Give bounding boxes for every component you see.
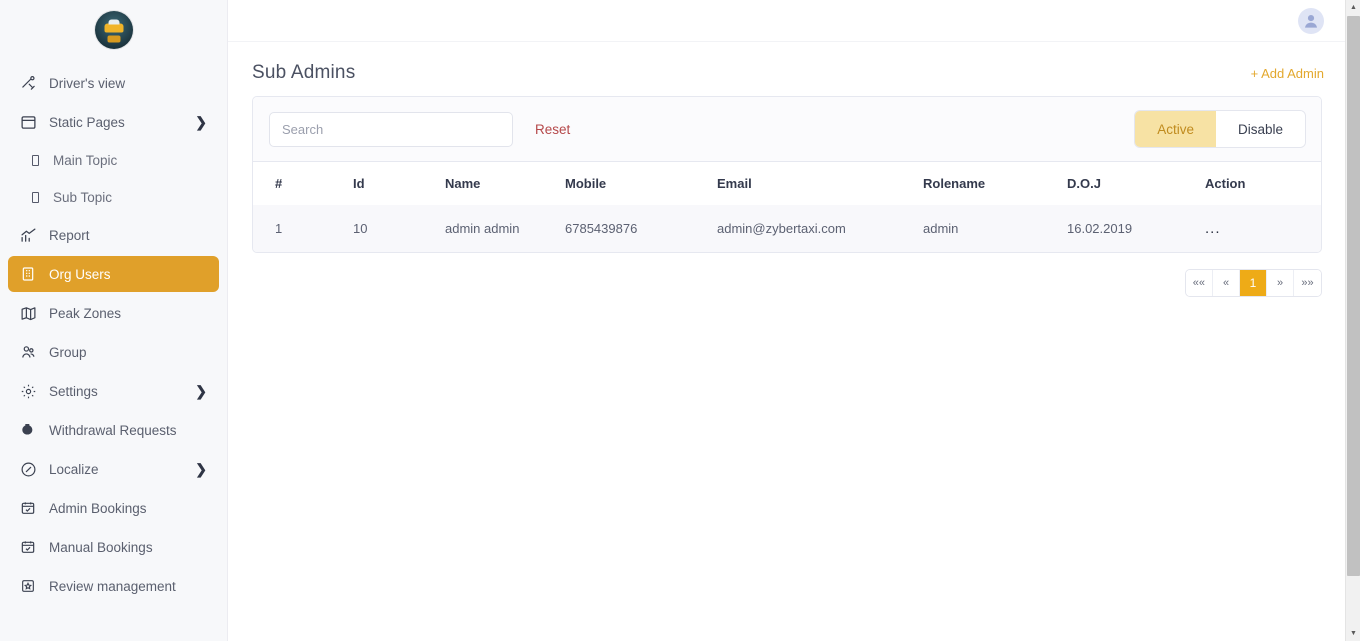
user-avatar-icon	[1305, 14, 1317, 28]
sidebar-item-withdrawal-requests[interactable]: Withdrawal Requests	[8, 412, 219, 448]
table-row[interactable]: 1 10 admin admin 6785439876 admin@zybert…	[253, 205, 1321, 252]
sidebar: Driver's view Static Pages ❯ Main Topic …	[0, 0, 228, 641]
sidebar-item-static-pages[interactable]: Static Pages ❯	[8, 104, 219, 140]
review-icon	[18, 577, 38, 595]
column-header-rolename: Rolename	[915, 162, 1059, 205]
column-header-mobile: Mobile	[557, 162, 709, 205]
column-header-email: Email	[709, 162, 915, 205]
sidebar-item-label: Driver's view	[49, 75, 126, 91]
taxi-logo-icon	[94, 11, 133, 49]
column-header-action: Action	[1197, 162, 1321, 205]
sidebar-item-label: Report	[49, 227, 90, 243]
group-icon	[18, 343, 38, 361]
pagination-page-1-button[interactable]: 1	[1240, 270, 1267, 296]
chevron-right-icon[interactable]: ❯	[195, 462, 207, 476]
table-header-row: # Id Name Mobile Email Rolename D.O.J Ac…	[253, 162, 1321, 205]
chart-icon	[18, 226, 38, 244]
pagination-last-button[interactable]: »»	[1294, 270, 1321, 296]
building-icon	[18, 265, 38, 283]
pagination-prev-button[interactable]: «	[1213, 270, 1240, 296]
sub-admins-card: Reset Active Disable # Id Name Mobile Em…	[252, 96, 1322, 253]
main-content: Sub Admins + Add Admin Reset Active Disa…	[228, 0, 1360, 641]
sub-admins-table: # Id Name Mobile Email Rolename D.O.J Ac…	[253, 162, 1321, 252]
column-header-id: Id	[345, 162, 437, 205]
cell-rolename: admin	[915, 205, 1059, 252]
sidebar-item-sub-topic[interactable]: Sub Topic	[22, 180, 219, 214]
sidebar-item-label: Sub Topic	[53, 189, 113, 205]
sidebar-item-drivers-view[interactable]: Driver's view	[8, 65, 219, 101]
scroll-down-arrow-icon[interactable]: ▼	[1346, 626, 1360, 641]
scrollbar-thumb[interactable]	[1347, 16, 1360, 576]
compass-icon	[18, 460, 38, 478]
column-header-doj: D.O.J	[1059, 162, 1197, 205]
sidebar-item-label: Org Users	[49, 266, 111, 282]
reset-button[interactable]: Reset	[535, 122, 570, 137]
sidebar-item-report[interactable]: Report	[8, 217, 219, 253]
sidebar-item-group[interactable]: Group	[8, 334, 219, 370]
column-header-name: Name	[437, 162, 557, 205]
page-scrollbar[interactable]: ▲ ▼	[1345, 0, 1360, 641]
topic-icon	[32, 191, 39, 203]
table-body: 1 10 admin admin 6785439876 admin@zybert…	[253, 205, 1321, 252]
filter-disable-button[interactable]: Disable	[1215, 111, 1305, 147]
page-title: Sub Admins	[252, 62, 356, 83]
search-input[interactable]	[269, 111, 513, 147]
pagination: «« « 1 » »»	[1184, 269, 1322, 297]
map-icon	[18, 304, 38, 322]
cell-action: ...	[1197, 205, 1321, 252]
sidebar-item-settings[interactable]: Settings ❯	[8, 373, 219, 409]
avatar[interactable]	[1298, 7, 1324, 34]
table-head: # Id Name Mobile Email Rolename D.O.J Ac…	[253, 162, 1321, 205]
sidebar-item-label: Localize	[49, 461, 99, 477]
sidebar-item-manual-bookings[interactable]: Manual Bookings	[8, 529, 219, 565]
table-toolbar: Reset Active Disable	[253, 97, 1321, 162]
gear-icon	[18, 382, 38, 400]
filter-active-button[interactable]: Active	[1135, 111, 1216, 147]
sidebar-item-label: Group	[49, 344, 87, 360]
pagination-first-button[interactable]: ««	[1185, 270, 1213, 296]
sidebar-item-label: Main Topic	[53, 152, 118, 168]
sidebar-logo[interactable]	[0, 0, 227, 60]
driver-icon	[18, 74, 38, 92]
cell-email: admin@zybertaxi.com	[709, 205, 915, 252]
sidebar-nav: Driver's view Static Pages ❯ Main Topic …	[0, 60, 227, 604]
chevron-right-icon[interactable]: ❯	[195, 384, 207, 398]
cell-doj: 16.02.2019	[1059, 205, 1197, 252]
pagination-next-button[interactable]: »	[1267, 270, 1294, 296]
cell-mobile: 6785439876	[557, 205, 709, 252]
sidebar-item-label: Settings	[49, 383, 98, 399]
topbar	[228, 0, 1360, 42]
sidebar-item-label: Static Pages	[49, 114, 125, 130]
calendar-icon	[18, 499, 38, 517]
sidebar-item-main-topic[interactable]: Main Topic	[22, 143, 219, 177]
column-header-index: #	[253, 162, 345, 205]
cell-name: admin admin	[437, 205, 557, 252]
sidebar-item-org-users[interactable]: Org Users	[8, 256, 219, 292]
sidebar-item-label: Review management	[49, 578, 176, 594]
row-actions-menu-icon[interactable]: ...	[1205, 221, 1221, 236]
pagination-wrap: «« « 1 » »»	[228, 253, 1360, 297]
add-admin-button[interactable]: + Add Admin	[1251, 66, 1324, 81]
page-header: Sub Admins + Add Admin	[228, 42, 1360, 96]
app-root: Driver's view Static Pages ❯ Main Topic …	[0, 0, 1360, 641]
sidebar-item-admin-bookings[interactable]: Admin Bookings	[8, 490, 219, 526]
scroll-up-arrow-icon[interactable]: ▲	[1346, 0, 1360, 15]
calendar-icon	[18, 538, 38, 556]
sidebar-item-label: Admin Bookings	[49, 500, 147, 516]
pages-icon	[18, 113, 38, 131]
cell-index: 1	[253, 205, 345, 252]
sidebar-item-label: Manual Bookings	[49, 539, 153, 555]
status-toggle-group: Active Disable	[1135, 111, 1305, 147]
sidebar-item-label: Withdrawal Requests	[49, 422, 177, 438]
sidebar-item-peak-zones[interactable]: Peak Zones	[8, 295, 219, 331]
sidebar-item-label: Peak Zones	[49, 305, 122, 321]
withdrawal-icon	[18, 421, 38, 439]
sidebar-item-review-management[interactable]: Review management	[8, 568, 219, 604]
sidebar-item-localize[interactable]: Localize ❯	[8, 451, 219, 487]
chevron-right-icon[interactable]: ❯	[195, 115, 207, 129]
cell-id: 10	[345, 205, 437, 252]
topic-icon	[32, 154, 39, 166]
